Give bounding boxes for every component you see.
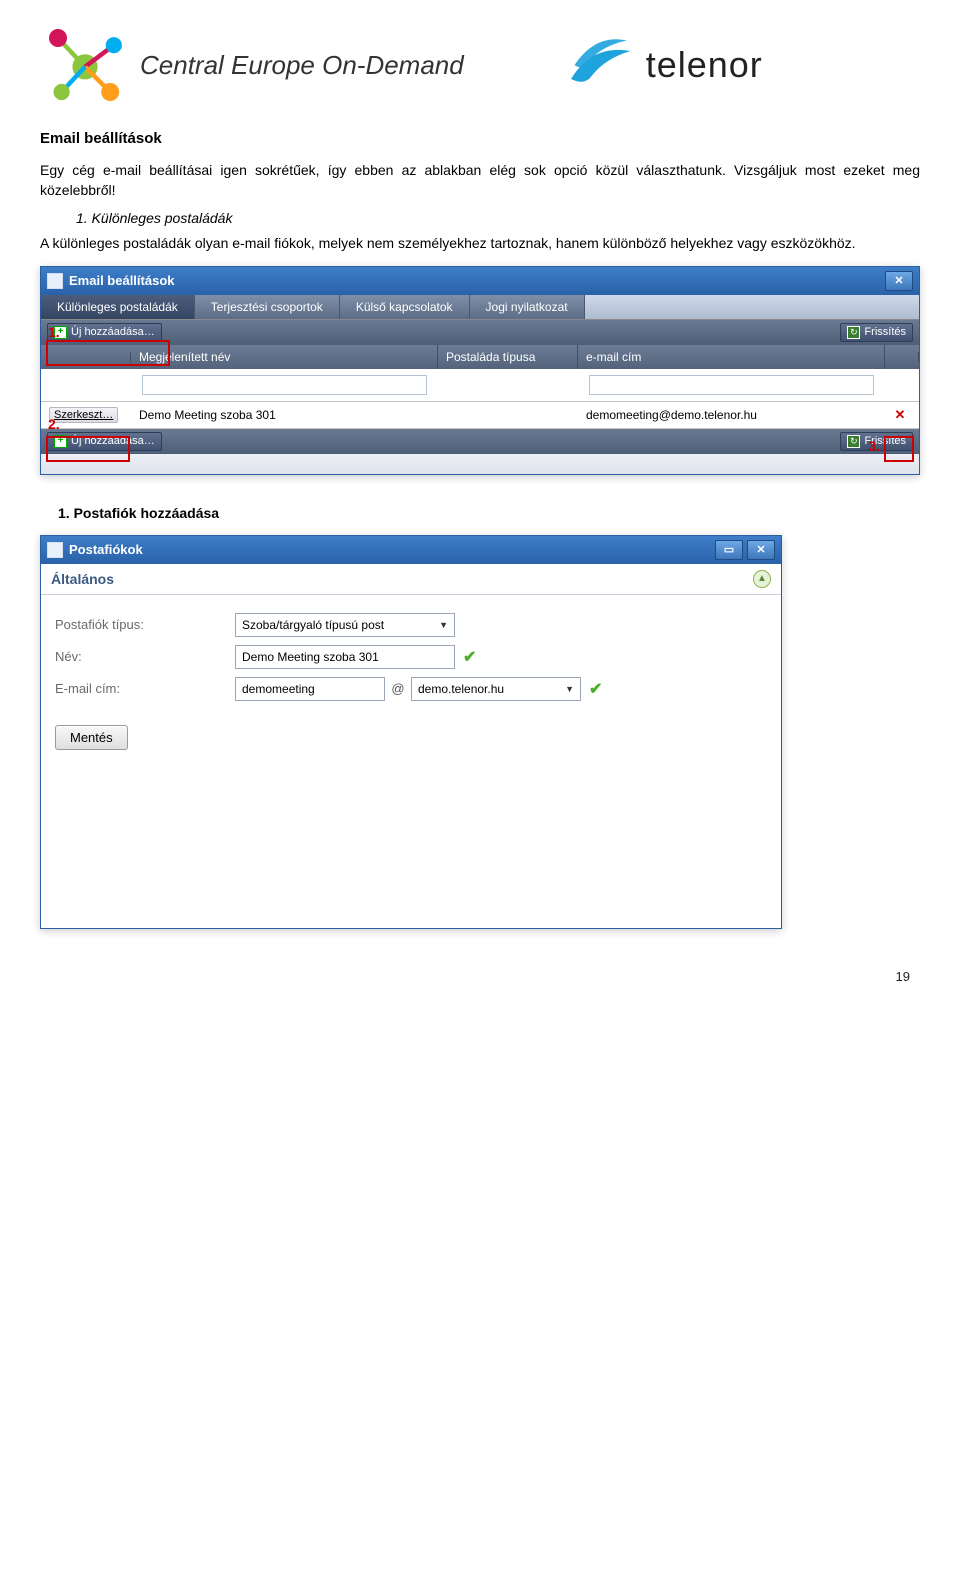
grid-header: Megjelenített név Postaláda típusa e-mai… [41,345,919,369]
list-item-1-number: 1. [76,210,88,226]
email-domain-select[interactable]: demo.telenor.hu ▼ [411,677,581,701]
add-new-button-top[interactable]: + Új hozzáadása… [47,323,162,342]
col-display-name: Megjelenített név [131,345,438,369]
delete-button[interactable]: ✕ [893,408,907,422]
section-title: Email beállítások [40,130,920,147]
telenor-logo: telenor [564,35,763,95]
grid-body: Szerkeszt… Demo Meeting szoba 301 demome… [41,369,919,429]
row-email: demomeeting@demo.telenor.hu [578,405,885,425]
email-local-input[interactable] [235,677,385,701]
chevron-down-icon: ▼ [565,684,574,694]
list-item-1-label: Különleges postaládák [92,210,233,226]
ceod-text: Central Europe On-Demand [140,50,464,81]
window2-filler [55,750,767,910]
col-email: e-mail cím [578,345,885,369]
filter-name-input[interactable] [142,375,427,395]
tab-external-contacts[interactable]: Külső kapcsolatok [340,295,470,319]
email-domain-value: demo.telenor.hu [418,682,504,696]
close-button[interactable]: ✕ [747,540,775,560]
list-item-1: 1. Különleges postaládák [76,210,920,226]
tab-bar: Különleges postaládák Terjesztési csopor… [41,295,919,320]
mailbox-type-value: Szoba/tárgyaló típusú post [242,618,384,632]
maximize-button[interactable]: ▭ [715,540,743,560]
refresh-icon: ↻ [847,435,860,448]
tab-distribution-groups[interactable]: Terjesztési csoportok [195,295,340,319]
callout-3: 3. [868,438,880,454]
page-number: 19 [40,969,920,984]
tab-legal-disclaimer[interactable]: Jogi nyilatkozat [470,295,585,319]
toolbar-bottom: + Új hozzáadása… ↻ Frissítés [41,429,919,454]
ceod-icon [40,20,130,110]
label-mailbox-type: Postafiók típus: [55,617,235,632]
form-area: Postafiók típus: Szoba/tárgyaló típusú p… [41,595,781,928]
collapse-icon[interactable]: ▲ [753,570,771,588]
email-settings-window: Email beállítások ✕ Különleges postaládá… [40,266,920,475]
window-title: Email beállítások [69,273,175,288]
subsection-number: 1. [58,505,70,521]
edit-button-label: Szerkeszt… [54,409,113,421]
refresh-icon: ↻ [847,326,860,339]
callout-1: 1. [48,324,60,340]
window2-titlebar: Postafiókok ▭ ✕ [41,536,781,564]
list-item-1-desc: A különleges postaládák olyan e-mail fió… [40,234,920,254]
plus-icon: + [54,435,67,448]
check-icon: ✔ [463,647,476,667]
label-name: Név: [55,649,235,664]
window-titlebar: Email beállítások ✕ [41,267,919,295]
add-new-label-bottom: Új hozzáadása… [71,435,155,447]
window-footer-filler [41,454,919,474]
general-section-header: Általános ▲ [41,564,781,595]
subsection-heading: 1. Postafiók hozzáadása [58,505,920,521]
name-input[interactable] [235,645,455,669]
callout-2: 2. [48,416,60,432]
general-section-title: Általános [51,571,114,587]
add-new-label: Új hozzáadása… [71,326,155,338]
at-symbol: @ [385,681,411,696]
row-mailbox-type: Postafiók típus: Szoba/tárgyaló típusú p… [55,613,767,637]
add-mailbox-window: Postafiókok ▭ ✕ Általános ▲ Postafiók tí… [40,535,782,929]
table-row: Szerkeszt… Demo Meeting szoba 301 demome… [41,402,919,429]
toolbar-top: + Új hozzáadása… ↻ Frissítés [41,320,919,345]
save-button[interactable]: Mentés [55,725,128,750]
subsection-title: Postafiók hozzáadása [74,505,220,521]
row-email: E-mail cím: @ demo.telenor.hu ▼ ✔ [55,677,767,701]
refresh-button-top[interactable]: ↻ Frissítés [840,323,913,342]
close-button[interactable]: ✕ [885,271,913,291]
telenor-text: telenor [646,44,763,86]
col-edit [41,352,131,362]
tab-mailboxes[interactable]: Különleges postaládák [41,295,195,319]
filter-email-input[interactable] [589,375,874,395]
window-icon [47,542,63,558]
window-icon [47,273,63,289]
telenor-icon [564,35,634,95]
mailbox-type-select[interactable]: Szoba/tárgyaló típusú post ▼ [235,613,455,637]
row-display-name: Demo Meeting szoba 301 [131,405,438,425]
row-name: Név: ✔ [55,645,767,669]
intro-paragraph: Egy cég e-mail beállításai igen sokrétűe… [40,161,920,200]
label-email: E-mail cím: [55,681,235,696]
ceod-logo: Central Europe On-Demand [40,20,464,110]
col-mailbox-type: Postaláda típusa [438,345,578,369]
chevron-down-icon: ▼ [439,620,448,630]
window2-title: Postafiókok [69,542,143,557]
row-mailbox-type [438,412,578,418]
refresh-label: Frissítés [864,326,906,338]
add-new-button-bottom[interactable]: + Új hozzáadása… [47,432,162,451]
col-action [885,352,919,362]
doc-logos: Central Europe On-Demand telenor [40,20,920,110]
check-icon: ✔ [589,679,602,699]
filter-row [41,369,919,402]
